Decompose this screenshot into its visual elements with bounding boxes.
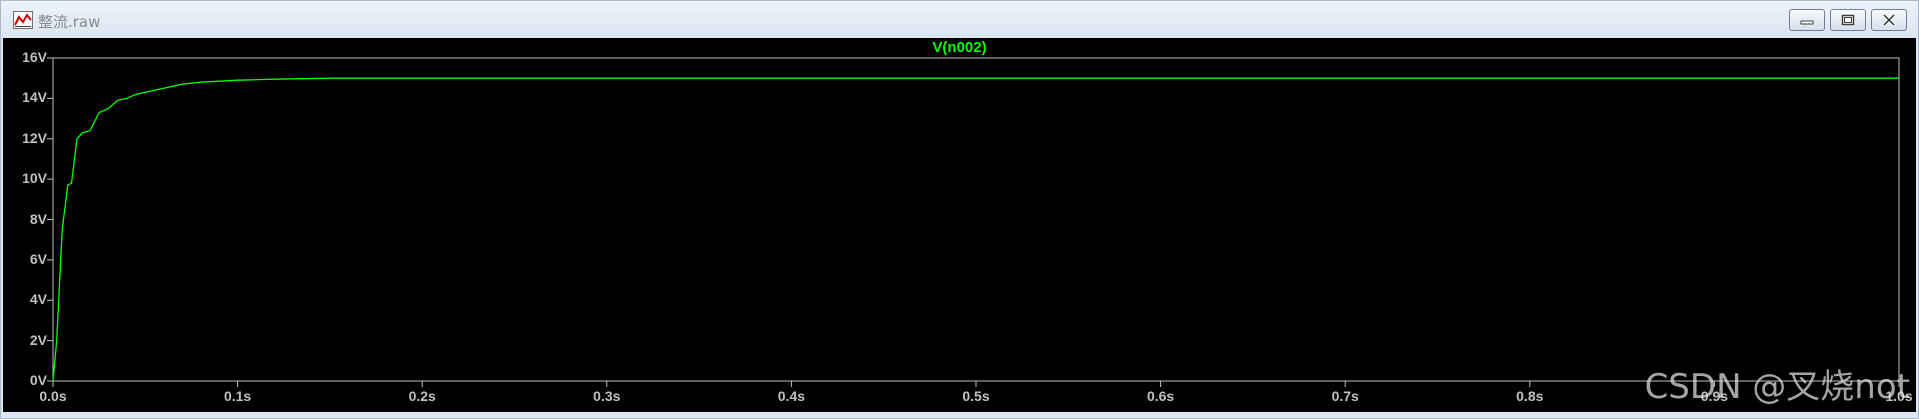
close-icon [1882,14,1896,26]
x-tick-label: 0.7s [1331,388,1359,404]
waveform-window: 整流.raw V(n002) 0V 2V 4V 6V 8V 10V 12V 14V 16V 0.… [0,0,1919,419]
x-tick-label: 0.2s [408,388,436,404]
x-tick-label: 0.5s [962,388,990,404]
waveform-chart-icon [13,11,33,29]
x-tick-label: 0.3s [593,388,621,404]
trace-title[interactable]: V(n002) [3,39,1916,56]
y-tick-label: 2V [29,331,47,348]
y-tick-label: 8V [29,210,47,227]
x-tick-label: 0.6s [1146,388,1175,404]
minimize-button[interactable] [1789,9,1825,31]
y-tick-label: 10V [22,170,47,187]
y-tick-label: 14V [22,89,47,106]
minimize-icon [1800,15,1814,25]
y-tick-label: 6V [29,250,47,267]
y-tick-label: 12V [22,129,47,146]
plot-area[interactable]: V(n002) 0V 2V 4V 6V 8V 10V 12V 14V 16V 0.0s 0.1s 0… [3,38,1916,412]
waveform-plot[interactable] [3,38,1916,412]
close-button[interactable] [1871,9,1907,31]
title-bar[interactable]: 整流.raw [1,1,1918,37]
restore-button[interactable] [1830,9,1866,31]
plot-frame [52,57,1900,382]
x-tick-label: 0.4s [777,388,806,404]
y-tick-label: 4V [29,291,47,308]
series-line-v-n002 [52,77,1899,382]
x-tick-label: 0.0s [39,388,67,404]
x-tick-label: 0.1s [223,388,252,404]
window-bottom-border [1,412,1918,418]
window-title: 整流.raw [38,13,101,31]
restore-icon [1841,14,1855,26]
y-tick-label: 0V [29,372,47,388]
watermark-text: CSDN @叉烧not [1644,367,1910,407]
x-tick-label: 0.8s [1516,388,1544,404]
y-tick-label: 16V [22,49,47,65]
